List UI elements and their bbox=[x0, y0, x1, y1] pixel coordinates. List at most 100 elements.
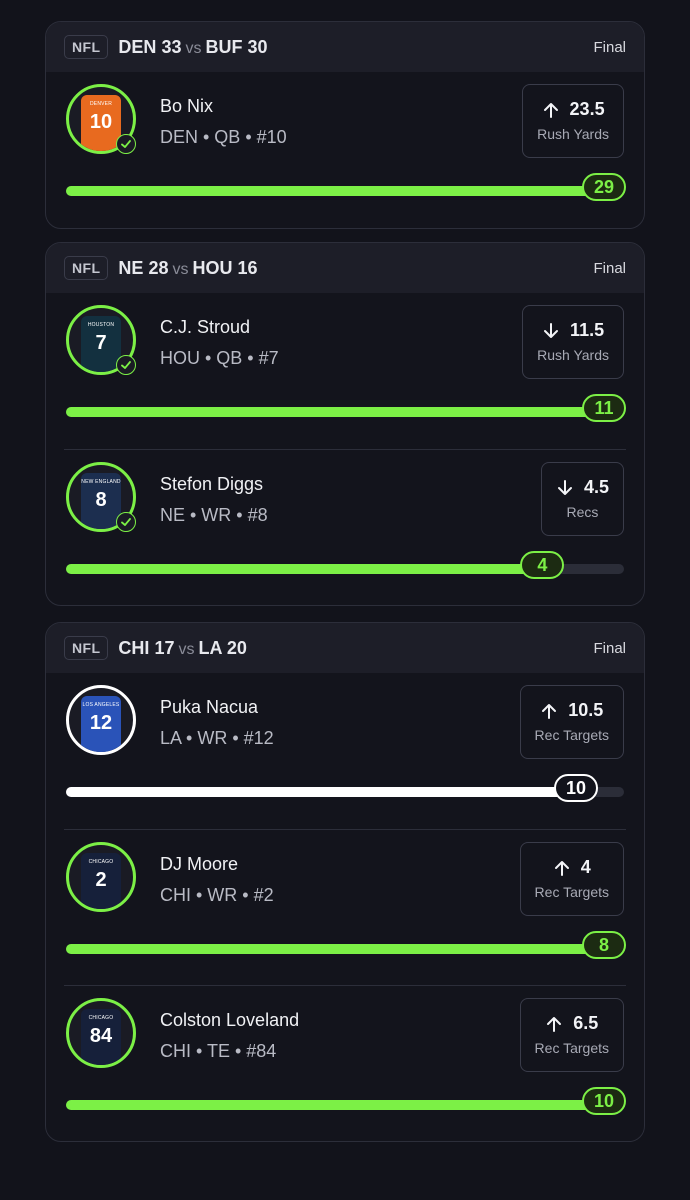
player-pick-content: CHICAGO 84 Colston Loveland CHI • TE • #84 6… bbox=[46, 986, 644, 1141]
jersey-number: 84 bbox=[89, 1025, 113, 1047]
jersey-image: LOS ANGELES 12 bbox=[81, 696, 121, 752]
jersey-team-text: NEW ENGLAND bbox=[81, 479, 121, 485]
player-pick-row[interactable]: CHICAGO 84 Colston Loveland CHI • TE • #84 6… bbox=[64, 985, 626, 1141]
game-status: Final bbox=[593, 259, 626, 277]
progress-track bbox=[66, 407, 624, 417]
player-pick-row[interactable]: NEW ENGLAND 8 Stefon Diggs NE • WR • #8 4.5 R… bbox=[64, 449, 626, 605]
game-header: NFL CHI 17 vs LA 20 Final bbox=[46, 623, 644, 673]
arrow-up-icon bbox=[547, 1016, 562, 1032]
result-pill: 10 bbox=[554, 774, 598, 802]
jersey-image: CHICAGO 2 bbox=[81, 853, 121, 909]
away-team: CHI bbox=[118, 637, 150, 658]
home-score: 16 bbox=[237, 257, 258, 278]
prop-line-value: 23.5 bbox=[537, 99, 609, 120]
check-icon bbox=[116, 134, 136, 154]
progress-track bbox=[66, 787, 624, 797]
prop-line-number: 10.5 bbox=[568, 700, 604, 720]
away-score: 28 bbox=[148, 257, 169, 278]
home-score: 20 bbox=[226, 637, 247, 658]
progress-fill bbox=[66, 944, 624, 954]
game-card: NFL DEN 33 vs BUF 30 Final DENVER 10 Bo Nix DEN … bbox=[45, 21, 645, 229]
progress-fill bbox=[66, 407, 624, 417]
game-status: Final bbox=[593, 639, 626, 657]
player-name[interactable]: Puka Nacua bbox=[160, 697, 258, 718]
progress-fill bbox=[66, 564, 563, 574]
home-team: LA bbox=[198, 637, 222, 658]
prop-line-number: 4 bbox=[580, 857, 591, 877]
jersey-number: 8 bbox=[95, 489, 107, 511]
result-pill: 4 bbox=[520, 551, 565, 579]
player-avatar: CHICAGO 2 bbox=[66, 842, 136, 912]
prop-line-box[interactable]: 4 Rec Targets bbox=[519, 842, 624, 916]
jersey-number: 2 bbox=[95, 869, 107, 891]
prop-line-box[interactable]: 10.5 Rec Targets bbox=[519, 685, 624, 759]
player-info: CHI • WR • #2 bbox=[160, 885, 274, 905]
player-avatar: CHICAGO 84 bbox=[66, 998, 136, 1068]
jersey-image: CHICAGO 84 bbox=[81, 1009, 121, 1065]
league-badge: NFL bbox=[64, 35, 109, 59]
arrow-up-icon bbox=[542, 703, 557, 719]
player-info: HOU • QB • #7 bbox=[160, 348, 279, 368]
jersey-team-text: LOS ANGELES bbox=[82, 702, 120, 708]
jersey-image: HOUSTON 7 bbox=[81, 316, 121, 372]
jersey-image: DENVER 10 bbox=[81, 95, 121, 151]
jersey-image: NEW ENGLAND 8 bbox=[81, 473, 121, 529]
game-card: NFL CHI 17 vs LA 20 Final LOS ANGELES 12 Puka N… bbox=[45, 622, 645, 1142]
game-status: Final bbox=[593, 38, 626, 56]
prop-line-value: 11.5 bbox=[537, 320, 609, 341]
check-icon bbox=[116, 355, 136, 375]
away-team: DEN bbox=[118, 36, 157, 57]
prop-line-box[interactable]: 11.5 Rush Yards bbox=[522, 305, 624, 379]
player-pick-content: LOS ANGELES 12 Puka Nacua LA • WR • #12 10.5… bbox=[46, 673, 644, 829]
player-pick-content: NEW ENGLAND 8 Stefon Diggs NE • WR • #8 4.5 R… bbox=[46, 450, 644, 605]
game-header: NFL NE 28 vs HOU 16 Final bbox=[46, 243, 644, 293]
result-pill: 11 bbox=[582, 394, 626, 422]
prop-line-box[interactable]: 6.5 Rec Targets bbox=[519, 998, 624, 1072]
away-score: 33 bbox=[161, 36, 182, 57]
player-pick-row[interactable]: CHICAGO 2 DJ Moore CHI • WR • #2 4 Rec Target… bbox=[64, 829, 626, 985]
arrow-down-icon bbox=[557, 479, 572, 495]
prop-line-value: 4.5 bbox=[556, 477, 609, 498]
player-pick-row[interactable]: DENVER 10 Bo Nix DEN • QB • #10 23.5 Rush Yar… bbox=[46, 72, 644, 228]
home-score: 30 bbox=[247, 36, 268, 57]
player-info: LA • WR • #12 bbox=[160, 728, 274, 748]
prop-stat-label: Rush Yards bbox=[537, 347, 609, 363]
player-name[interactable]: DJ Moore bbox=[160, 854, 238, 875]
game-header: NFL DEN 33 vs BUF 30 Final bbox=[46, 22, 644, 72]
player-info: NE • WR • #8 bbox=[160, 505, 268, 525]
jersey-team-text: HOUSTON bbox=[87, 322, 115, 328]
jersey-team-text: DENVER bbox=[89, 101, 113, 107]
matchup-score: CHI 17 vs LA 20 bbox=[118, 638, 246, 659]
vs-label: vs bbox=[178, 640, 195, 658]
player-pick-content: CHICAGO 2 DJ Moore CHI • WR • #2 4 Rec Target… bbox=[46, 830, 644, 986]
player-name[interactable]: C.J. Stroud bbox=[160, 317, 250, 338]
prop-stat-label: Recs bbox=[566, 504, 599, 520]
progress-track bbox=[66, 186, 624, 196]
prop-line-value: 10.5 bbox=[535, 700, 609, 721]
player-name[interactable]: Stefon Diggs bbox=[160, 474, 263, 495]
matchup-score: NE 28 vs HOU 16 bbox=[118, 258, 257, 279]
jersey-number: 10 bbox=[89, 111, 113, 133]
prop-line-number: 23.5 bbox=[569, 99, 605, 119]
jersey-team-text: CHICAGO bbox=[88, 1015, 114, 1021]
away-score: 17 bbox=[154, 637, 175, 658]
player-pick-row[interactable]: LOS ANGELES 12 Puka Nacua LA • WR • #12 10.5… bbox=[46, 673, 644, 829]
away-team: NE bbox=[118, 257, 144, 278]
prop-line-value: 6.5 bbox=[535, 1013, 609, 1034]
result-pill: 10 bbox=[582, 1087, 626, 1115]
prop-line-number: 11.5 bbox=[570, 320, 605, 340]
progress-fill bbox=[66, 787, 597, 797]
prop-line-value: 4 bbox=[535, 857, 609, 878]
league-badge: NFL bbox=[64, 636, 109, 660]
jersey-number: 12 bbox=[89, 712, 113, 734]
prop-line-box[interactable]: 23.5 Rush Yards bbox=[522, 84, 624, 158]
prop-line-box[interactable]: 4.5 Recs bbox=[540, 462, 624, 536]
prop-line-number: 6.5 bbox=[573, 1013, 599, 1033]
player-name[interactable]: Colston Loveland bbox=[160, 1010, 299, 1031]
player-name[interactable]: Bo Nix bbox=[160, 96, 213, 117]
player-pick-content: DENVER 10 Bo Nix DEN • QB • #10 23.5 Rush Yar… bbox=[46, 72, 644, 228]
jersey-number: 7 bbox=[95, 332, 107, 354]
player-pick-row[interactable]: HOUSTON 7 C.J. Stroud HOU • QB • #7 11.5 Rush… bbox=[46, 293, 644, 449]
player-info: DEN • QB • #10 bbox=[160, 127, 287, 147]
arrow-down-icon bbox=[544, 322, 559, 338]
